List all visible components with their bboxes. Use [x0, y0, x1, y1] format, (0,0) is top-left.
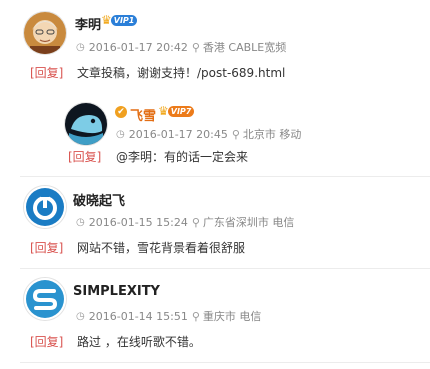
reply-text: @李明：有的话一定会来 [116, 150, 249, 164]
vip-badge: ♛ VIP7 [158, 104, 195, 118]
clock-icon: ◷ [76, 41, 85, 53]
location-pin-icon: ⚲ [191, 309, 200, 323]
comment-author[interactable]: SIMPLEXITY [73, 284, 160, 299]
avatar[interactable] [24, 12, 66, 54]
clock-icon: ◷ [76, 310, 85, 322]
avatar[interactable] [24, 278, 66, 320]
reply-time: 2016-01-17 20:45 [128, 127, 228, 141]
comment-location: 广东省深圳市 电信 [202, 216, 295, 229]
reply-author[interactable]: 飞雪 [130, 105, 156, 124]
comment-time: 2016-01-17 20:42 [88, 40, 188, 54]
comment-text: 路过 ，在线听歌不错。 [77, 335, 201, 349]
divider [20, 362, 430, 363]
reply-meta: ◷ 2016-01-17 20:45 ⚲ 北京市 移动 [116, 126, 301, 142]
avatar[interactable] [24, 186, 66, 228]
comment-meta: ◷ 2016-01-14 15:51 ⚲ 重庆市 电信 [76, 308, 261, 324]
comment-meta: ◷ 2016-01-17 20:42 ⚲ 香港 CABLE宽频 [76, 39, 286, 55]
comment-time: 2016-01-14 15:51 [88, 309, 188, 323]
location-pin-icon: ⚲ [191, 215, 200, 229]
avatar[interactable] [65, 103, 107, 145]
comment-author[interactable]: 李明 [75, 14, 101, 33]
vip-badge: ♛ VIP1 [101, 13, 138, 27]
clock-icon: ◷ [76, 216, 85, 228]
reply-location: 北京市 移动 [242, 128, 302, 141]
verified-icon: ✔ [115, 106, 127, 118]
reply-button[interactable]: [回复] [30, 64, 63, 81]
reply-button[interactable]: [回复] [68, 148, 101, 165]
comment-text: 网站不错，雪花背景看着很舒服 [77, 241, 246, 255]
comment-location: 重庆市 电信 [202, 310, 262, 323]
location-pin-icon: ⚲ [191, 40, 200, 54]
reply-button[interactable]: [回复] [30, 239, 63, 256]
comment-time: 2016-01-15 15:24 [88, 215, 188, 229]
comment-text: 文章投稿，谢谢支持！/post-689.html [77, 66, 286, 80]
clock-icon: ◷ [116, 128, 125, 140]
location-pin-icon: ⚲ [231, 127, 240, 141]
comment-location: 香港 CABLE宽频 [202, 41, 287, 54]
divider [20, 176, 430, 177]
comment-author[interactable]: 破晓起飞 [73, 190, 125, 209]
comment-meta: ◷ 2016-01-15 15:24 ⚲ 广东省深圳市 电信 [76, 214, 294, 230]
divider [20, 268, 430, 269]
reply-button[interactable]: [回复] [30, 333, 63, 350]
